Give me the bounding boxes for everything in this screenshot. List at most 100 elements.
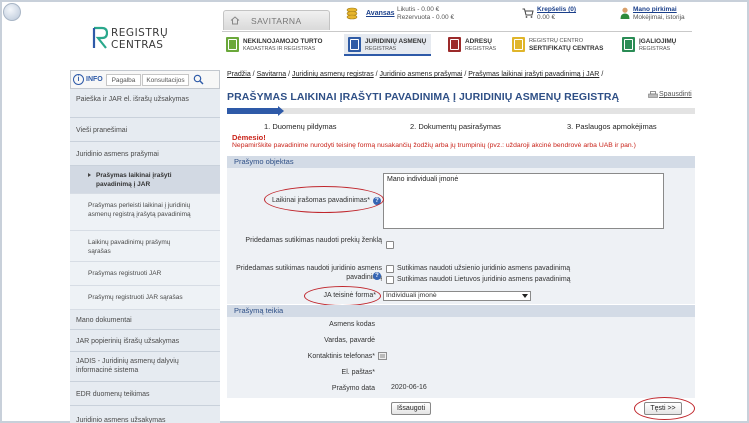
annotation-oval [264, 186, 384, 213]
krepselis-link[interactable]: Krepšelis (0) [537, 6, 576, 14]
home-icon [230, 16, 240, 25]
balance-info: Likutis - 0.00 € Rezervuota - 0.00 € [397, 6, 454, 22]
consent2-lt-label: Sutikimas naudoti Lietuvos juridinio asm… [397, 276, 571, 283]
info-label[interactable]: INFO [86, 76, 103, 83]
page-title: PRAŠYMAS LAIKINAI ĮRAŠYTI PAVADINIMĄ Į J… [227, 91, 620, 103]
date-value: 2020-06-16 [391, 384, 427, 391]
konsultacijos-button[interactable]: Konsultacijos [142, 74, 189, 86]
tab-label: NEKILNOJAMOJO TURTO [243, 38, 323, 45]
consent2-lt-checkbox[interactable] [386, 276, 394, 284]
name-textarea[interactable]: Mano individuali įmonė [383, 173, 664, 229]
legal-form-select[interactable]: Individuali įmonė [383, 291, 531, 301]
globe-icon [3, 3, 21, 21]
progress-bar [227, 106, 695, 116]
tab-label: ĮGALIOJIMŲ [639, 38, 677, 45]
sidebar-item-mano-dokumentai[interactable]: Mano dokumentai [70, 310, 220, 330]
breadcrumb-current[interactable]: Prašymas laikinai įrašyti pavadinimą į J… [468, 71, 599, 78]
pirkimai-sub: Mokėjimai, istorija [633, 14, 685, 21]
sidebar-item-paieska[interactable]: Paieška ir JAR el. išrašų užsakymas [70, 91, 220, 118]
help-icon[interactable]: ? [373, 272, 381, 280]
tab-label: REGISTRŲ CENTRO [529, 38, 584, 44]
krepselis-sum: 0.00 € [537, 14, 556, 21]
step-2: 2. Dokumentų pasirašymas [410, 122, 501, 131]
sidebar-subitem-registruoti-jar[interactable]: Prašymas registruoti JAR [70, 262, 220, 286]
annotation-oval [304, 286, 381, 306]
mano-pirkimai-link[interactable]: Mano pirkimai [633, 6, 685, 14]
breadcrumb-savitarna[interactable]: Savitarna [257, 71, 287, 78]
breadcrumb-prasymai[interactable]: Juridinio asmens prašymai [380, 71, 463, 78]
sidebar-subitem-prasymu-sarasas[interactable]: Laikinų pavadinimų prašymų sąrašas [70, 231, 220, 262]
user-icon [620, 7, 630, 19]
sidebar-item-popieriniai-israsai[interactable]: JAR popierinių išrašų užsakymas [70, 330, 220, 352]
progress-arrow [278, 106, 284, 116]
purchases-info: Mano pirkimai Mokėjimai, istorija [633, 6, 685, 22]
breadcrumb-pradzia[interactable]: Pradžia [227, 71, 251, 78]
chevron-down-icon [522, 294, 528, 298]
breadcrumb: Pradžia / Savitarna / Juridinių asmenų r… [227, 71, 603, 78]
rc-logo-icon [92, 26, 108, 49]
step-1: 1. Duomenų pildymas [264, 122, 337, 131]
bullet-arrow-icon [88, 173, 91, 177]
tab-adresu[interactable]: ADRESŲ REGISTRAS [448, 34, 508, 56]
tab-icon-igaliojimai [622, 37, 635, 52]
sidebar-topbar: i INFO Pagalba Konsultacijos [70, 70, 220, 89]
warning-title: Dėmesio! [232, 133, 266, 142]
sidebar-item-uzsakymas[interactable]: Juridinio asmens užsakymas [70, 406, 220, 423]
tab-icon-adresai [448, 37, 461, 52]
breadcrumb-sep: / [599, 71, 604, 78]
subitem-label: Prašymas laikinai įrašyti pavadinimą į J… [96, 172, 172, 188]
info-icon[interactable]: i [73, 74, 84, 85]
save-button[interactable]: Išsaugoti [391, 402, 431, 415]
tab-juridiniu-asmenu[interactable]: JURIDINIŲ ASMENŲ REGISTRAS [344, 34, 431, 56]
tab-sublabel: REGISTRAS [639, 46, 671, 52]
coins-icon [346, 7, 358, 20]
consent2-label: Pridedamas sutikimas naudoti juridinio a… [236, 265, 382, 281]
savitarna-tab[interactable]: SAVITARNA [223, 10, 330, 30]
name-surname-label: Vardas, pavardė [324, 337, 375, 344]
phone-icon[interactable] [378, 352, 387, 360]
pagalba-button[interactable]: Pagalba [106, 74, 141, 86]
printer-icon[interactable] [648, 91, 658, 99]
tab-sublabel: REGISTRAS [365, 46, 397, 52]
tab-icon-sertifikatai [512, 37, 525, 52]
sidebar-subitem-perleisti[interactable]: Prašymas perleisti laikinai į juridinių … [70, 194, 220, 231]
logo-text-1: REGISTRŲ [111, 27, 169, 39]
progress-fill [227, 108, 278, 114]
legal-form-value: Individuali įmonė [386, 292, 437, 299]
breadcrumb-jar[interactable]: Juridinių asmenų registras [292, 71, 374, 78]
registry-tabs: NEKILNOJAMOJO TURTO KADASTRAS IR REGISTR… [222, 31, 692, 57]
consent1-checkbox[interactable] [386, 241, 394, 249]
section-prasyma-teikia: Prašymą teikia [227, 305, 695, 317]
person-code-label: Asmens kodas [329, 321, 375, 328]
print-link[interactable]: Spausdinti [659, 91, 692, 98]
consent2-foreign-checkbox[interactable] [386, 265, 394, 273]
tab-icon-jar [348, 37, 361, 52]
sidebar-item-edr[interactable]: EDR duomenų teikimas [70, 382, 220, 406]
warning-text: Nepamirškite pavadinime nurodyti teisinę… [232, 142, 636, 149]
sidebar-item-prasymai[interactable]: Juridinio asmens prašymai [70, 142, 220, 166]
avansas-link[interactable]: Avansas [366, 10, 395, 17]
tab-sertifikatu-centras[interactable]: REGISTRŲ CENTRO SERTIFIKATŲ CENTRAS [512, 34, 612, 56]
tab-icon-ntr [226, 37, 239, 52]
cart-icon [522, 8, 534, 18]
tab-sublabel: KADASTRAS IR REGISTRAS [243, 46, 316, 52]
step-3: 3. Paslaugos apmokėjimas [567, 122, 657, 131]
sidebar-subitem-laikinas-pavadinimas[interactable]: Prašymas laikinai įrašyti pavadinimą į J… [70, 166, 220, 194]
tab-igaliojimu[interactable]: ĮGALIOJIMŲ REGISTRAS [622, 34, 688, 56]
registru-centras-logo[interactable]: REGISTRŲ CENTRAS [92, 26, 168, 52]
tab-label: JURIDINIŲ ASMENŲ [365, 38, 427, 45]
sidebar-item-jadis[interactable]: JADIS - Juridinių asmenų dalyvių informa… [70, 352, 220, 382]
phone-label: Kontaktinis telefonas* [307, 353, 375, 360]
sidebar-subitem-registruoti-sarasas[interactable]: Prašymų registruoti JAR sąrašas [70, 286, 220, 310]
search-icon[interactable] [193, 74, 204, 85]
date-label: Prašymo data [331, 385, 375, 392]
email-label: El. paštas* [341, 369, 375, 376]
tab-nekilnojamojo-turto[interactable]: NEKILNOJAMOJO TURTO KADASTRAS IR REGISTR… [226, 34, 336, 56]
sidebar: i INFO Pagalba Konsultacijos Paieška ir … [70, 70, 220, 423]
sidebar-item-vieši-pranesimai[interactable]: Vieši pranešimai [70, 118, 220, 142]
consent1-label: Pridedamas sutikimas naudoti prekių ženk… [245, 237, 382, 244]
tab-label: ADRESŲ [465, 38, 492, 45]
cart-info: Krepšelis (0) 0.00 € [537, 6, 576, 22]
rezervuota-text: Rezervuota - 0.00 € [397, 14, 455, 21]
consent2-foreign-label: Sutikimas naudoti užsienio juridinio asm… [397, 265, 571, 272]
